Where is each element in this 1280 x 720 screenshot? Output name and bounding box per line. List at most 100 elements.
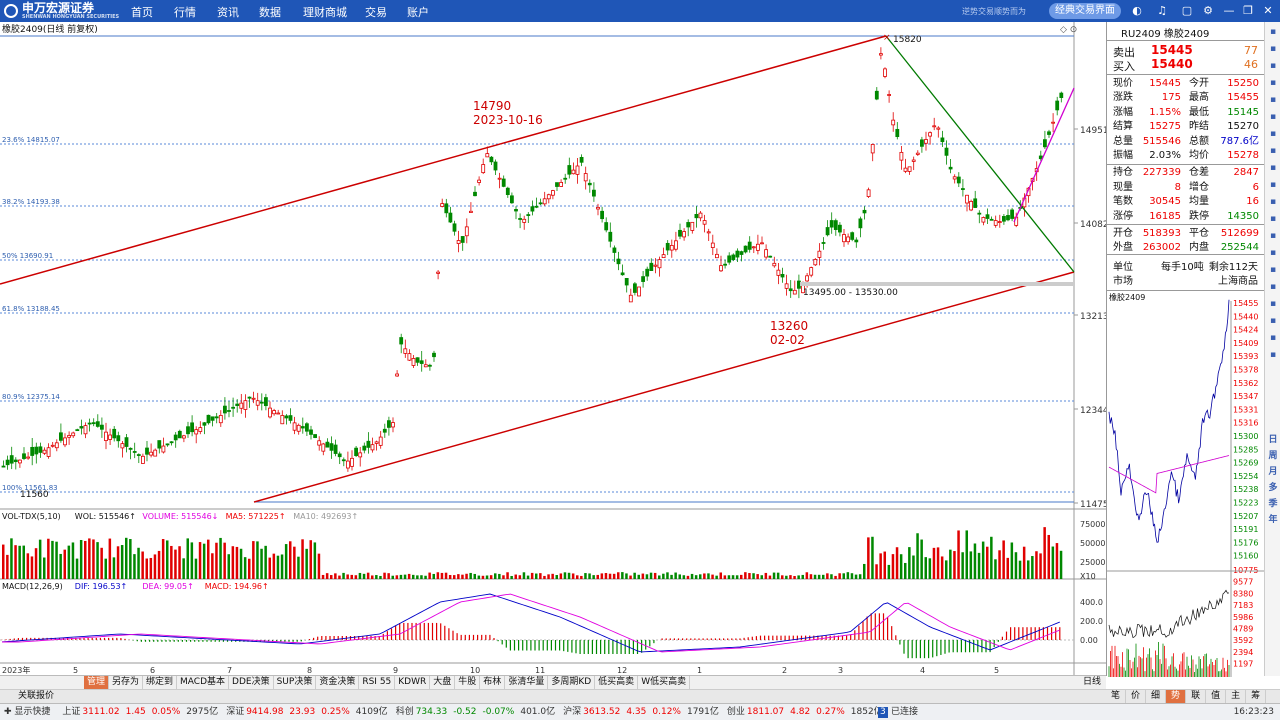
tool-icon[interactable]: ▪ <box>1267 94 1279 106</box>
indicator-tab[interactable]: RSI 55 <box>359 676 396 689</box>
candle-body <box>432 352 436 358</box>
date-tick-label: 3 <box>838 666 843 675</box>
minimize-icon[interactable]: — <box>1222 4 1236 18</box>
index-item[interactable]: 沪深 3613.52 4.35 0.12% 1791亿 <box>563 707 719 717</box>
right-panel-tab[interactable]: 主 <box>1226 690 1247 703</box>
date-tick-label: 4 <box>920 666 925 675</box>
volume-bar <box>850 573 854 579</box>
tool-icon[interactable]: ▪ <box>1267 179 1279 191</box>
nav-wealth[interactable]: 理财商城 <box>303 4 347 20</box>
tool-icon[interactable]: ▪ <box>1267 43 1279 55</box>
right-panel-tab[interactable]: 联 <box>1186 690 1207 703</box>
indicator-tab[interactable]: MACD基本 <box>177 676 230 689</box>
index-item[interactable]: 上证 3111.02 1.45 0.05% 2975亿 <box>62 707 218 717</box>
tool-icon[interactable]: ▪ <box>1267 26 1279 38</box>
right-panel-tab[interactable]: 笔 <box>1106 690 1127 703</box>
period-button[interactable]: 月 <box>1267 466 1279 478</box>
tool-icon[interactable]: ▪ <box>1267 145 1279 157</box>
macd-tick-label: 200.0 <box>1080 617 1103 626</box>
quote-field-label: 开仓 <box>1113 228 1133 239</box>
related-quote-label[interactable]: 关联报价 <box>0 690 57 703</box>
tool-icon[interactable]: ▪ <box>1267 77 1279 89</box>
nav-account[interactable]: 账户 <box>407 4 429 20</box>
indicator-tab[interactable]: 低买高卖 <box>595 676 639 689</box>
indicator-tab[interactable]: 另存为 <box>109 676 144 689</box>
indicator-tab[interactable]: DDE决策 <box>229 676 274 689</box>
indicator-tab[interactable]: 绑定到 <box>143 676 178 689</box>
close-icon[interactable]: ✕ <box>1261 4 1275 18</box>
tool-icon[interactable]: ▪ <box>1267 162 1279 174</box>
right-panel-tab[interactable]: 细 <box>1146 690 1167 703</box>
candle-body <box>124 437 129 447</box>
index-item[interactable]: 创业 1811.07 4.82 0.27% 1852亿 <box>727 707 883 717</box>
indicator-tab[interactable]: 张清华量 <box>505 676 549 689</box>
candle-body <box>669 245 674 251</box>
nav-trade[interactable]: 交易 <box>365 4 387 20</box>
restore-icon[interactable]: ❐ <box>1241 4 1255 18</box>
headset-icon[interactable]: ♫ <box>1155 4 1169 18</box>
indicator-tab[interactable]: 多周期KD <box>548 676 596 689</box>
tool-icon[interactable]: ▪ <box>1267 213 1279 225</box>
indicator-tab[interactable]: 布林 <box>480 676 506 689</box>
kline-svg[interactable]: 橡胶2409(日线 前复权) ◇ ⊙14951140821321312344114… <box>0 22 1109 676</box>
tool-icon[interactable]: ▪ <box>1267 196 1279 208</box>
period-button[interactable]: 季 <box>1267 498 1279 510</box>
index-item[interactable]: 科创 734.33 -0.52 -0.07% 401.0亿 <box>396 707 555 717</box>
gear-icon[interactable]: ⚙ <box>1201 4 1215 18</box>
volume-bar <box>822 574 825 579</box>
right-panel-tab[interactable]: 值 <box>1206 690 1227 703</box>
right-panel-tab[interactable]: 价 <box>1126 690 1147 703</box>
indicator-tab[interactable]: SUP决策 <box>274 676 317 689</box>
tool-icon[interactable]: ▪ <box>1267 315 1279 327</box>
indicator-tab[interactable]: 管理 <box>84 676 110 689</box>
period-button[interactable]: 年 <box>1267 514 1279 526</box>
period-button[interactable]: 日 <box>1267 434 1279 446</box>
quote-field-value: 2847 <box>1233 167 1259 179</box>
tool-icon[interactable]: ▪ <box>1267 111 1279 123</box>
tool-icon[interactable]: ▪ <box>1267 349 1279 361</box>
indicator-tab[interactable]: 大盘 <box>430 676 456 689</box>
kline-chart-area[interactable]: 橡胶2409(日线 前复权) ◇ ⊙ 14951 14082 13213 12344 114… <box>0 22 1109 676</box>
status-prefix[interactable]: ✚ 显示快捷 <box>0 707 54 717</box>
tool-icon[interactable]: ▪ <box>1267 332 1279 344</box>
index-item[interactable]: 深证 9414.98 23.93 0.25% 4109亿 <box>226 707 388 717</box>
tool-icon[interactable]: ▪ <box>1267 230 1279 242</box>
candle-body <box>587 182 592 186</box>
candle-body <box>760 242 764 245</box>
volume-bar <box>391 575 394 579</box>
candle-body <box>95 421 100 427</box>
indicator-tab[interactable]: 牛股 <box>455 676 481 689</box>
tool-icon[interactable]: ▪ <box>1267 264 1279 276</box>
candle-body <box>920 139 924 147</box>
tool-icon[interactable]: ▪ <box>1267 60 1279 72</box>
tool-icon[interactable]: ▪ <box>1267 298 1279 310</box>
right-panel-tab[interactable]: 筹 <box>1246 690 1267 703</box>
indicator-tab[interactable]: W低买高卖 <box>638 676 691 689</box>
nav-quotes[interactable]: 行情 <box>174 4 196 20</box>
tick-svg[interactable]: 橡胶2409 15455 15440 15424 15409 15393 15378 1536… <box>1107 291 1265 677</box>
period-button[interactable]: 周 <box>1267 450 1279 462</box>
nav-news[interactable]: 资讯 <box>217 4 239 20</box>
volume-bar <box>772 572 776 579</box>
nav-home[interactable]: 首页 <box>131 4 153 20</box>
period-label[interactable]: 日线 <box>1080 676 1104 689</box>
tick-chart-panel[interactable]: 橡胶2409 15455 15440 15424 15409 15393 15378 1536… <box>1106 290 1265 677</box>
volume-bar <box>612 573 616 579</box>
volume-bar <box>781 575 784 579</box>
right-panel-tab[interactable]: 势 <box>1166 690 1187 703</box>
skin-icon[interactable]: ◐ <box>1130 4 1144 18</box>
tool-icon[interactable]: ▪ <box>1267 247 1279 259</box>
indicator-tab[interactable]: 资金决策 <box>316 676 360 689</box>
volume-bar <box>670 574 673 579</box>
lock-icon[interactable]: ▢ <box>1180 4 1194 18</box>
indicator-tab[interactable]: KDWR <box>395 676 431 689</box>
volume-bar <box>916 533 919 579</box>
candle-body <box>866 189 871 197</box>
period-button[interactable]: 多 <box>1267 482 1279 494</box>
classic-trade-button[interactable]: 经典交易界面 <box>1049 3 1121 19</box>
candle-body <box>649 262 654 271</box>
tool-icon[interactable]: ▪ <box>1267 128 1279 140</box>
tool-icon[interactable]: ▪ <box>1267 281 1279 293</box>
index-name: 科创 <box>395 707 414 717</box>
nav-data[interactable]: 数据 <box>259 4 281 20</box>
